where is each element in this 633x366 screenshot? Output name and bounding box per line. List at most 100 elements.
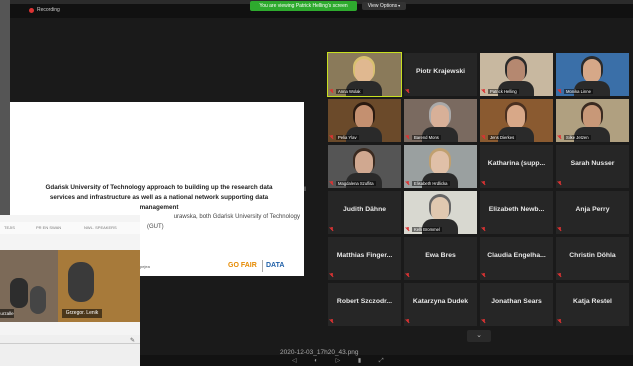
muted-mic-icon xyxy=(558,319,562,324)
participant-tile[interactable]: Matthias Finger... xyxy=(328,237,401,280)
tab-item[interactable]: NWL. SPEAKERS xyxy=(84,225,117,230)
participant-name: Katja Restel xyxy=(573,298,612,305)
participant-tile[interactable]: Jonathan Sears xyxy=(480,283,553,326)
viewing-screen-banner: You are viewing Patrick Helling's screen xyxy=(250,1,357,11)
muted-mic-icon xyxy=(406,181,410,186)
chevron-down-icon: ▾ xyxy=(398,3,401,8)
participant-tile[interactable]: Claudia Engelha... xyxy=(480,237,553,280)
slide-authors-line: (GUT) xyxy=(147,224,164,230)
muted-mic-icon xyxy=(482,273,486,278)
slide-title-line: Gdańsk University of Technology approach… xyxy=(45,184,273,191)
muted-mic-icon xyxy=(482,319,486,324)
muted-mic-icon xyxy=(482,181,486,186)
participant-tile[interactable]: Kelli Brommel xyxy=(404,191,477,234)
muted-mic-icon xyxy=(330,89,334,94)
muted-mic-icon xyxy=(482,135,486,140)
participant-tile[interactable]: Monika Linne xyxy=(556,53,629,96)
muted-mic-icon xyxy=(482,89,486,94)
participant-name: Katarzyna Dudek xyxy=(412,298,469,305)
participant-tile[interactable]: Pelia Ylav xyxy=(328,99,401,142)
gofair-logo: GO FAIR xyxy=(228,262,257,269)
participant-name-label: Elisabeth Hrdlicka xyxy=(412,181,450,186)
participant-name: Claudia Engelha... xyxy=(487,252,546,259)
view-options-label: View Options xyxy=(367,3,398,9)
muted-mic-icon xyxy=(406,227,410,232)
participant-name: Piotr Krajewski xyxy=(415,68,466,75)
recording-dot-icon xyxy=(29,8,34,13)
muted-mic-icon xyxy=(558,227,562,232)
muted-mic-icon xyxy=(406,135,410,140)
participant-tile[interactable]: Piotr Krajewski xyxy=(404,53,477,96)
muted-mic-icon xyxy=(330,135,334,140)
participant-face xyxy=(355,105,373,129)
muted-mic-icon xyxy=(330,273,334,278)
participant-tile[interactable]: Silke Jetzen xyxy=(556,99,629,142)
slide-scroll-handle[interactable]: ‖ xyxy=(304,187,310,193)
participant-tile[interactable]: Magdalena Szuflita xyxy=(328,145,401,188)
participant-tile[interactable]: Katharina (supp... xyxy=(480,145,553,188)
participant-tile[interactable]: Katarzyna Dudek xyxy=(404,283,477,326)
participant-face xyxy=(431,151,449,175)
participant-tile[interactable]: Anna Wolak xyxy=(327,52,402,97)
next-page-button[interactable]: ⌄ xyxy=(467,330,491,342)
participant-face xyxy=(355,151,373,175)
participant-tile[interactable]: Anja Perry xyxy=(556,191,629,234)
participant-tile[interactable]: Judith Dähne xyxy=(328,191,401,234)
divider xyxy=(0,343,140,344)
participant-name: Ewa Bres xyxy=(425,252,456,259)
video-name-label: urzalle xyxy=(0,309,14,318)
logo-divider xyxy=(262,260,263,272)
participant-name-label: Patrick Helling xyxy=(488,89,519,94)
participant-silhouette xyxy=(30,286,46,314)
participant-name-label: Silke Jetzen xyxy=(564,135,591,140)
view-options-button[interactable]: View Options▾ xyxy=(362,2,406,10)
participant-name-label: Kelli Brommel xyxy=(412,227,442,232)
participant-tile[interactable]: Sarah Nusser xyxy=(556,145,629,188)
participant-name: Elizabeth Newb... xyxy=(488,206,545,213)
participant-tile[interactable]: Patrick Helling xyxy=(480,53,553,96)
participant-face xyxy=(507,59,525,83)
participant-name: Matthias Finger... xyxy=(336,252,393,259)
participant-name-label: Jens Dierkes xyxy=(488,135,517,140)
participant-name: Judith Dähne xyxy=(342,206,387,213)
participant-silhouette xyxy=(10,278,28,308)
participant-tile[interactable]: Jens Dierkes xyxy=(480,99,553,142)
muted-mic-icon xyxy=(406,89,410,94)
participant-tile[interactable]: Robert Szczodr... xyxy=(328,283,401,326)
video-name-label: Grzegor. Lenik xyxy=(62,309,102,318)
speaker-silhouette xyxy=(68,262,94,302)
participant-tile[interactable]: Elizabeth Newb... xyxy=(480,191,553,234)
participant-name: Christin Döhla xyxy=(569,252,616,259)
tab-item[interactable]: PR EN SWAN xyxy=(36,225,61,230)
participant-tile[interactable]: Ewa Bres xyxy=(404,237,477,280)
participant-name-label: Anna Wolak xyxy=(336,89,363,94)
image-filename: 2020-12-03_17h20_43.png xyxy=(280,349,359,356)
recording-label: Recording xyxy=(37,7,60,13)
muted-mic-icon xyxy=(406,319,410,324)
participant-name-label: Monika Linne xyxy=(564,89,593,94)
muted-mic-icon xyxy=(330,227,334,232)
muted-mic-icon xyxy=(558,135,562,140)
muted-mic-icon xyxy=(482,227,486,232)
muted-mic-icon xyxy=(330,181,334,186)
participant-face xyxy=(431,197,449,221)
slide-title: Gdańsk University of Technology approach… xyxy=(18,183,300,213)
participant-tile[interactable]: Elisabeth Hrdlicka xyxy=(404,145,477,188)
edit-icon[interactable]: ✎ xyxy=(130,337,135,344)
participant-name: Sarah Nusser xyxy=(570,160,615,167)
participant-face xyxy=(583,105,601,129)
participant-face xyxy=(355,59,373,83)
participant-tile[interactable]: Barend Mons xyxy=(404,99,477,142)
participant-name-label: Pelia Ylav xyxy=(336,135,359,140)
secondary-window-tabs: TEJIS PR EN SWAN NWL. SPEAKERS xyxy=(0,222,140,234)
participant-tile[interactable]: Katja Restel xyxy=(556,283,629,326)
participant-name: Anja Perry xyxy=(575,206,610,213)
viewer-toolbar-icons[interactable]: ◁ ◐ ▷ ▮ ⤢ xyxy=(292,357,392,365)
participant-face xyxy=(583,59,601,83)
tab-item[interactable]: TEJIS xyxy=(4,225,15,230)
secondary-window-bottom xyxy=(0,335,140,366)
participant-name: Katharina (supp... xyxy=(487,160,546,167)
slide-title-line: services and infrastructure as well as a… xyxy=(49,194,269,201)
muted-mic-icon xyxy=(558,89,562,94)
participant-tile[interactable]: Christin Döhla xyxy=(556,237,629,280)
